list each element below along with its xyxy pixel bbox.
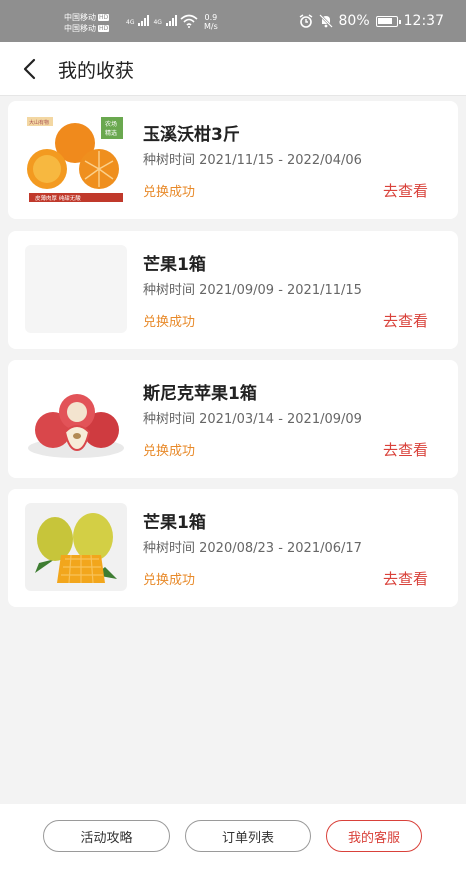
order-list-button[interactable]: 订单列表	[185, 820, 311, 852]
planting-time: 种树时间 2021/03/14 - 2021/09/09	[143, 412, 362, 427]
bottom-bar: 活动攻略 订单列表 我的客服	[0, 804, 466, 877]
product-image-orange: 大山有物 农场 精选 皮薄肉厚 纯甜无酸	[25, 115, 127, 203]
clock-time: 12:37	[403, 13, 444, 29]
harvest-title: 斯尼克苹果1箱	[143, 384, 257, 404]
wifi-icon	[180, 14, 198, 28]
mango-illustration	[35, 513, 117, 584]
badge-text-1: 农场	[105, 120, 117, 128]
planting-time: 种树时间 2020/08/23 - 2021/06/17	[143, 541, 362, 556]
redeem-status: 兑换成功	[143, 315, 196, 330]
redeem-status: 兑换成功	[143, 573, 196, 588]
page-title: 我的收获	[58, 60, 135, 82]
carrier-2-label: 中国移动	[64, 24, 96, 33]
harvest-card[interactable]: 大山有物 农场 精选 皮薄肉厚 纯甜无酸 玉溪沃柑3斤 种树时间 2021/11…	[8, 101, 458, 219]
orange-illustration: 大山有物 农场 精选 皮薄肉厚 纯甜无酸	[25, 115, 127, 203]
harvest-card[interactable]: 斯尼克苹果1箱 种树时间 2021/03/14 - 2021/09/09 兑换成…	[8, 360, 458, 478]
battery-percent: 80%	[338, 13, 370, 29]
hd-badge-2: HD	[98, 25, 110, 32]
redeem-status: 兑换成功	[143, 444, 196, 459]
view-button[interactable]: 去查看	[383, 180, 428, 201]
badge-text-2: 精选	[105, 129, 117, 137]
harvest-title: 芒果1箱	[143, 255, 206, 275]
caption-text: 皮薄肉厚 纯甜无酸	[35, 194, 81, 202]
customer-service-button[interactable]: 我的客服	[326, 820, 422, 852]
view-button[interactable]: 去查看	[383, 568, 428, 589]
sim-2-type: 4G	[153, 19, 162, 26]
net-speed-unit: M/s	[204, 22, 218, 31]
harvest-title: 芒果1箱	[143, 513, 206, 533]
signal-indicators: 4G 4G	[126, 14, 177, 26]
apple-illustration	[28, 394, 124, 458]
status-right: 80% 12:37	[299, 13, 444, 29]
nav-bar: 我的收获	[0, 42, 466, 96]
mute-bell-icon	[318, 14, 333, 28]
view-button[interactable]: 去查看	[383, 439, 428, 460]
harvest-card[interactable]: 芒果1箱 种树时间 2020/08/23 - 2021/06/17 兑换成功 去…	[8, 489, 458, 607]
planting-time: 种树时间 2021/09/09 - 2021/11/15	[143, 283, 362, 298]
battery-icon	[375, 15, 401, 27]
sim-1-type: 4G	[126, 19, 135, 26]
planting-time: 种树时间 2021/11/15 - 2022/04/06	[143, 153, 362, 168]
product-image-apple	[25, 374, 127, 462]
alarm-icon	[299, 14, 312, 28]
net-speed-value: 0.9	[204, 13, 218, 22]
signal-icon-1	[138, 14, 150, 26]
net-speed: 0.9 M/s	[204, 13, 218, 31]
brand-text: 大山有物	[29, 119, 49, 126]
status-bar: 中国移动 HD 中国移动 HD 4G 4G 0.9 M/s 80% 12:37	[0, 0, 466, 42]
activity-guide-button[interactable]: 活动攻略	[43, 820, 170, 852]
view-button[interactable]: 去查看	[383, 310, 428, 331]
redeem-status: 兑换成功	[143, 185, 196, 200]
signal-icon-2	[165, 14, 177, 26]
product-image-placeholder	[25, 245, 127, 333]
product-image-mango	[25, 503, 127, 591]
carrier-info: 中国移动 HD 中国移动 HD	[64, 12, 110, 34]
harvest-card[interactable]: 芒果1箱 种树时间 2021/09/09 - 2021/11/15 兑换成功 去…	[8, 231, 458, 349]
hd-badge-1: HD	[98, 14, 110, 21]
back-arrow-icon[interactable]	[16, 54, 44, 84]
carrier-1-label: 中国移动	[64, 13, 96, 22]
harvest-title: 玉溪沃柑3斤	[143, 125, 240, 145]
